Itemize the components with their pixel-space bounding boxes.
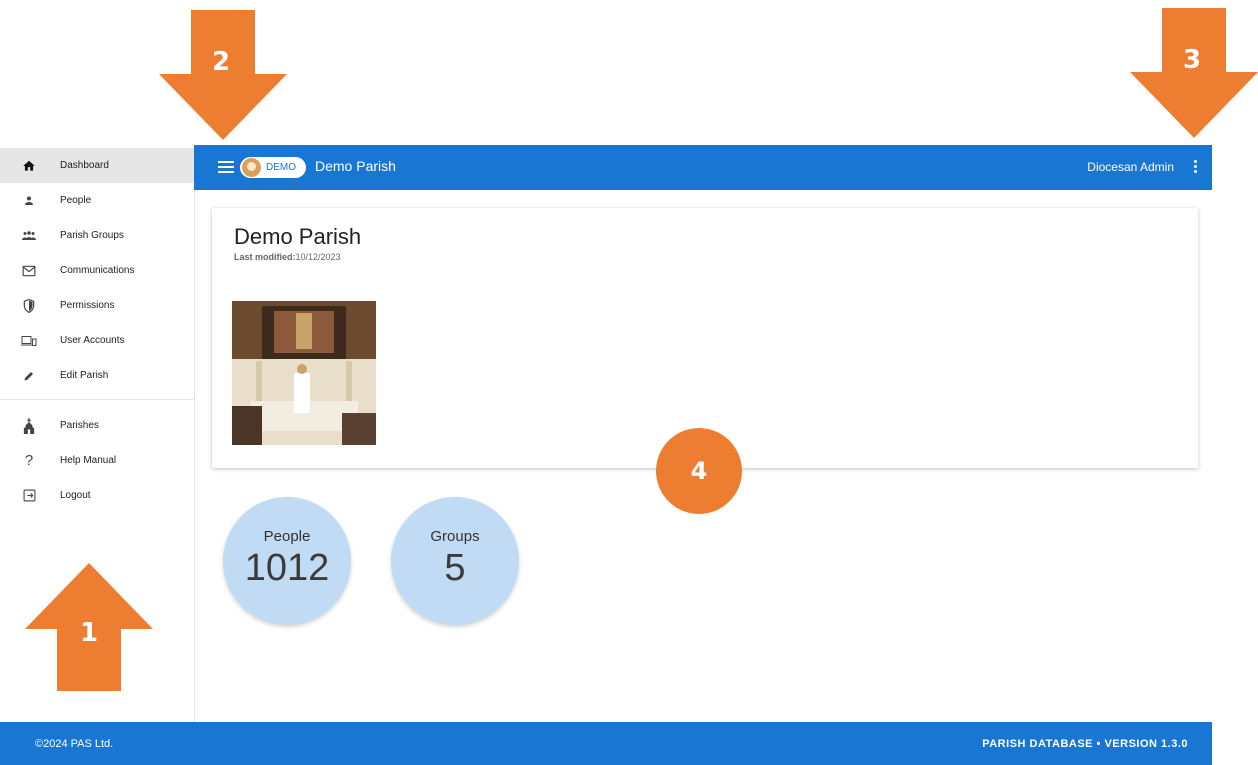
footer: ©2024 PAS Ltd. PARISH DATABASE • VERSION…	[0, 722, 1212, 765]
stat-people[interactable]: People 1012	[223, 497, 351, 625]
stat-value: 5	[444, 547, 466, 589]
menu-icon[interactable]	[218, 159, 234, 175]
stat-label: People	[263, 528, 311, 545]
sidebar-item-help-manual[interactable]: ? Help Manual	[0, 443, 194, 478]
sidebar-item-label: People	[60, 195, 92, 206]
sidebar-item-edit-parish[interactable]: Edit Parish	[0, 358, 194, 393]
more-vert-icon[interactable]	[1194, 160, 1198, 174]
copyright: ©2024 PAS Ltd.	[35, 738, 114, 750]
last-modified: Last modified:10/12/2023	[234, 252, 341, 262]
groups-icon	[20, 227, 38, 245]
mail-icon	[20, 262, 38, 280]
sidebar-item-label: Dashboard	[60, 160, 109, 171]
page-title: Demo Parish	[234, 224, 362, 249]
church-icon	[20, 417, 38, 435]
stat-value: 1012	[244, 547, 330, 589]
sidebar-item-label: Help Manual	[60, 455, 117, 466]
logout-icon	[20, 487, 38, 505]
annotation-number-4: 4	[690, 457, 708, 485]
stat-groups[interactable]: Groups 5	[391, 497, 519, 625]
last-modified-date: 10/12/2023	[295, 252, 341, 262]
parish-title: Demo Parish	[315, 158, 396, 174]
last-modified-label: Last modified:	[234, 252, 296, 262]
version-label: PARISH DATABASE • VERSION 1.3.0	[982, 738, 1188, 750]
shield-icon	[20, 297, 38, 315]
pencil-icon	[20, 367, 38, 385]
annotation-number-3: 3	[1183, 45, 1202, 75]
sidebar-item-permissions[interactable]: Permissions	[0, 288, 194, 323]
user-name[interactable]: Diocesan Admin	[1087, 160, 1174, 174]
avatar	[242, 158, 261, 177]
sidebar-item-communications[interactable]: Communications	[0, 253, 194, 288]
sidebar-item-label: Edit Parish	[60, 370, 109, 381]
help-icon: ?	[24, 452, 34, 469]
app-bar: DEMO Demo Parish Diocesan Admin	[194, 145, 1212, 190]
annotation-number-2: 2	[212, 47, 231, 77]
chip-label: DEMO	[266, 162, 296, 173]
sidebar-divider	[0, 399, 194, 400]
annotation-circle-4: 4	[656, 428, 742, 514]
annotation-number-1: 1	[80, 618, 99, 648]
sidebar-item-parishes[interactable]: Parishes	[0, 408, 194, 443]
sidebar-item-label: Communications	[60, 265, 135, 276]
sidebar-item-label: Logout	[60, 490, 91, 501]
devices-icon	[20, 332, 38, 350]
parish-photo	[232, 301, 376, 445]
sidebar-item-label: Permissions	[60, 300, 115, 311]
sidebar-item-user-accounts[interactable]: User Accounts	[0, 323, 194, 358]
home-icon	[20, 157, 38, 175]
sidebar-item-parish-groups[interactable]: Parish Groups	[0, 218, 194, 253]
sidebar-item-label: Parishes	[60, 420, 99, 431]
sidebar-item-people[interactable]: People	[0, 183, 194, 218]
sidebar-item-label: User Accounts	[60, 335, 125, 346]
sidebar-item-logout[interactable]: Logout	[0, 478, 194, 513]
sidebar-item-label: Parish Groups	[60, 230, 124, 241]
person-icon	[20, 192, 38, 210]
stat-label: Groups	[430, 528, 480, 545]
sidebar-item-dashboard[interactable]: Dashboard	[0, 148, 194, 183]
parish-chip[interactable]: DEMO	[240, 157, 306, 178]
